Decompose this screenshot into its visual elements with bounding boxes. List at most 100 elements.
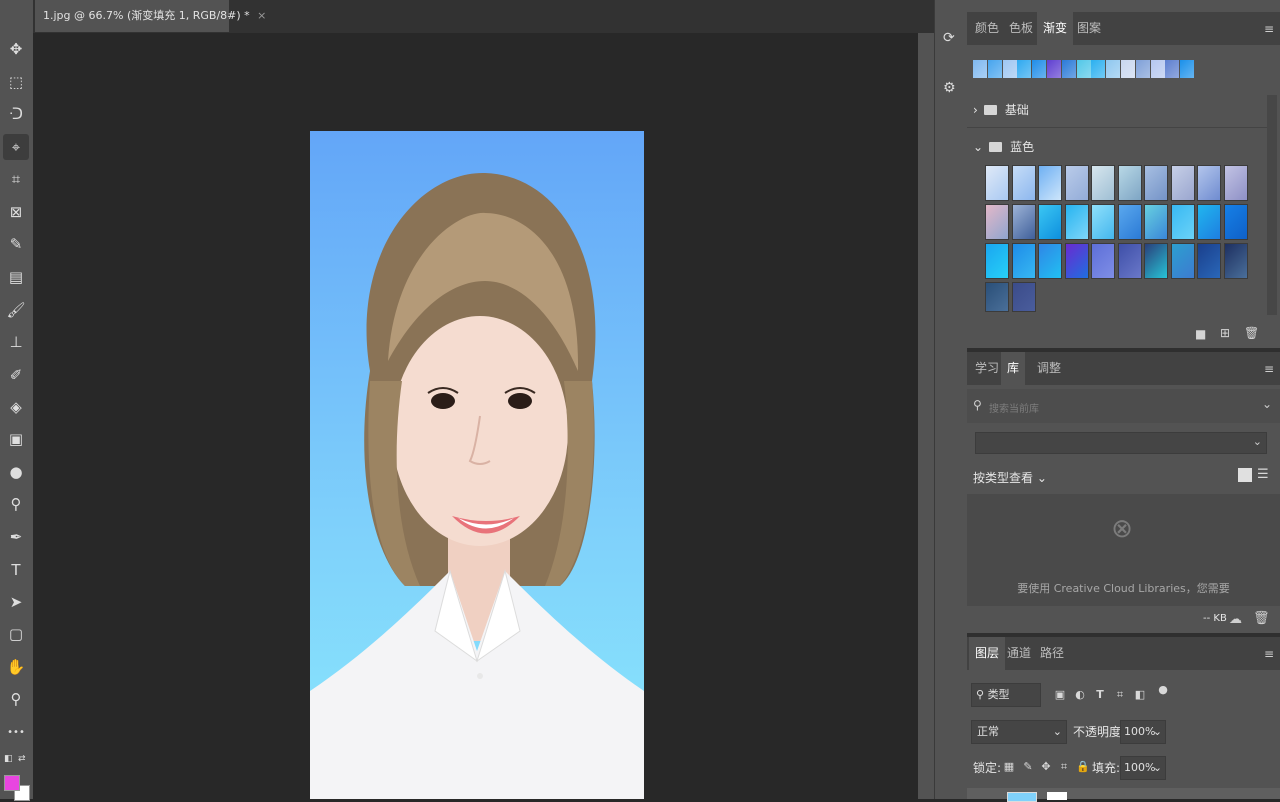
recent-gradient-swatch[interactable]	[1180, 60, 1195, 78]
gradient-swatch[interactable]	[985, 282, 1009, 312]
tab-learn[interactable]: 学习	[969, 352, 1005, 385]
gradient-swatch[interactable]	[1011, 282, 1036, 312]
recent-gradient-swatch[interactable]	[987, 60, 1002, 78]
dodge-tool-icon[interactable]: ⚲	[3, 491, 29, 517]
recent-gradient-swatch[interactable]	[1106, 60, 1121, 78]
eraser-tool-icon[interactable]: ◈	[3, 394, 29, 420]
layer-row[interactable]	[967, 788, 1280, 802]
fill-field[interactable]: 100% ⌄	[1120, 756, 1166, 780]
type-tool-icon[interactable]: T	[3, 557, 29, 583]
gradient-swatch[interactable]	[1011, 165, 1036, 201]
healing-brush-tool-icon[interactable]: ▤	[3, 264, 29, 290]
tab-color[interactable]: 颜色	[969, 12, 1005, 45]
lock-all-icon[interactable]: 🔒	[1076, 761, 1090, 773]
gradient-swatch[interactable]	[1091, 243, 1115, 279]
type-filter-icon[interactable]: T	[1094, 689, 1106, 701]
gradient-swatch[interactable]	[1117, 204, 1142, 240]
zoom-tool-icon[interactable]: ⚲	[3, 686, 29, 712]
folder-basic[interactable]: › 基础	[973, 101, 1029, 118]
crop-tool-icon[interactable]: ⌗	[3, 166, 29, 192]
recent-gradient-swatch[interactable]	[1002, 60, 1017, 78]
recent-gradient-swatch[interactable]	[1061, 60, 1076, 78]
blend-mode-select[interactable]: 正常 ⌄	[971, 720, 1067, 744]
canvas-scrollbar[interactable]	[918, 33, 934, 799]
clone-stamp-tool-icon[interactable]: ⊥	[3, 329, 29, 355]
brush-tool-icon[interactable]: 🖌	[3, 297, 29, 323]
gradient-swatch[interactable]	[1064, 204, 1089, 240]
tab-paths[interactable]: 路径	[1034, 637, 1070, 670]
rectangle-tool-icon[interactable]: ▢	[3, 621, 29, 647]
gradient-swatch[interactable]	[985, 165, 1009, 201]
layer-filter-select[interactable]: ⚲ 类型	[971, 683, 1041, 707]
recent-gradient-swatch[interactable]	[1135, 60, 1150, 78]
hand-tool-icon[interactable]: ✋	[3, 654, 29, 680]
gradient-swatch[interactable]	[1011, 204, 1036, 240]
recent-gradient-swatch[interactable]	[1032, 60, 1047, 78]
list-view-icon[interactable]: ☰	[1257, 467, 1269, 482]
history-panel-icon[interactable]: ⟳	[943, 30, 959, 52]
new-group-icon[interactable]: ■	[1195, 327, 1206, 341]
recent-gradient-swatch[interactable]	[1017, 60, 1032, 78]
recent-gradient-swatch[interactable]	[1150, 60, 1165, 78]
adjustment-filter-icon[interactable]: ◐	[1074, 689, 1086, 701]
tab-libraries[interactable]: 库	[1001, 352, 1026, 385]
more-tools-icon[interactable]: •••	[3, 719, 29, 745]
properties-panel-icon[interactable]: ⚙	[943, 80, 959, 102]
panel-menu-icon[interactable]: ≡	[1264, 362, 1274, 376]
gradient-swatch[interactable]	[1197, 204, 1221, 240]
folder-blue[interactable]: ⌄ 蓝色	[973, 138, 1034, 155]
panel-menu-icon[interactable]: ≡	[1264, 22, 1274, 36]
gradient-swatch[interactable]	[1091, 165, 1115, 201]
gradient-swatch[interactable]	[1223, 204, 1248, 240]
gradients-scrollbar[interactable]	[1267, 95, 1277, 315]
tab-layers[interactable]: 图层	[969, 637, 1006, 670]
trash-icon[interactable]: 🗑	[1253, 611, 1270, 626]
history-brush-tool-icon[interactable]: ✐	[3, 362, 29, 388]
delete-icon[interactable]: 🗑	[1244, 326, 1259, 340]
gradient-swatch[interactable]	[1038, 165, 1062, 201]
gradient-swatch[interactable]	[1197, 165, 1221, 201]
gradient-swatch[interactable]	[1170, 165, 1195, 201]
gradient-swatch[interactable]	[1011, 243, 1036, 279]
chevron-down-icon[interactable]: ⌄	[1262, 397, 1272, 411]
panel-menu-icon[interactable]: ≡	[1264, 647, 1274, 661]
gradient-swatch[interactable]	[1144, 204, 1168, 240]
grid-view-icon[interactable]	[1238, 468, 1252, 482]
gradient-swatch[interactable]	[1223, 165, 1248, 201]
new-gradient-icon[interactable]: ⊞	[1220, 326, 1230, 340]
pixel-filter-icon[interactable]: ▣	[1054, 689, 1066, 701]
recent-gradient-swatch[interactable]	[1165, 60, 1180, 78]
foreground-color-swatch[interactable]	[4, 775, 20, 791]
filter-toggle-icon[interactable]: ●	[1157, 684, 1169, 696]
marquee-tool-icon[interactable]: ⬚	[3, 69, 29, 95]
gradient-swatch[interactable]	[1117, 243, 1142, 279]
gradient-swatch[interactable]	[1144, 165, 1168, 201]
gradient-swatch[interactable]	[1064, 165, 1089, 201]
gradient-swatch[interactable]	[1038, 243, 1062, 279]
gradient-swatch[interactable]	[985, 243, 1009, 279]
gradient-swatch[interactable]	[985, 204, 1009, 240]
gradient-swatch[interactable]	[1091, 204, 1115, 240]
frame-tool-icon[interactable]: ⊠	[3, 199, 29, 225]
library-select[interactable]: ⌄	[975, 432, 1267, 454]
eyedropper-tool-icon[interactable]: ✎	[3, 231, 29, 257]
opacity-field[interactable]: 100% ⌄	[1120, 720, 1166, 744]
lock-artboard-icon[interactable]: ⌗	[1058, 761, 1070, 773]
recent-gradient-swatch[interactable]	[1121, 60, 1135, 78]
pen-tool-icon[interactable]: ✒	[3, 524, 29, 550]
recent-gradient-swatch[interactable]	[1091, 60, 1106, 78]
document-canvas-image[interactable]	[310, 131, 644, 799]
recent-gradient-swatch[interactable]	[1047, 60, 1061, 78]
recent-gradient-swatch[interactable]	[1076, 60, 1091, 78]
lock-position-icon[interactable]: ✥	[1040, 761, 1052, 773]
library-search-input[interactable]: 搜索当前库	[989, 400, 1039, 415]
tab-channels[interactable]: 通道	[1001, 637, 1037, 670]
gradient-swatch[interactable]	[1170, 204, 1195, 240]
gradient-swatch[interactable]	[1064, 243, 1089, 279]
swap-colors-icon[interactable]: ⇄	[18, 754, 28, 764]
lock-pixels-icon[interactable]: ✎	[1022, 761, 1034, 773]
move-tool-icon[interactable]: ✥	[3, 36, 29, 62]
tab-swatches[interactable]: 色板	[1003, 12, 1039, 45]
lasso-tool-icon[interactable]: ᑝ	[3, 101, 29, 127]
blur-tool-icon[interactable]: ●	[3, 459, 29, 485]
